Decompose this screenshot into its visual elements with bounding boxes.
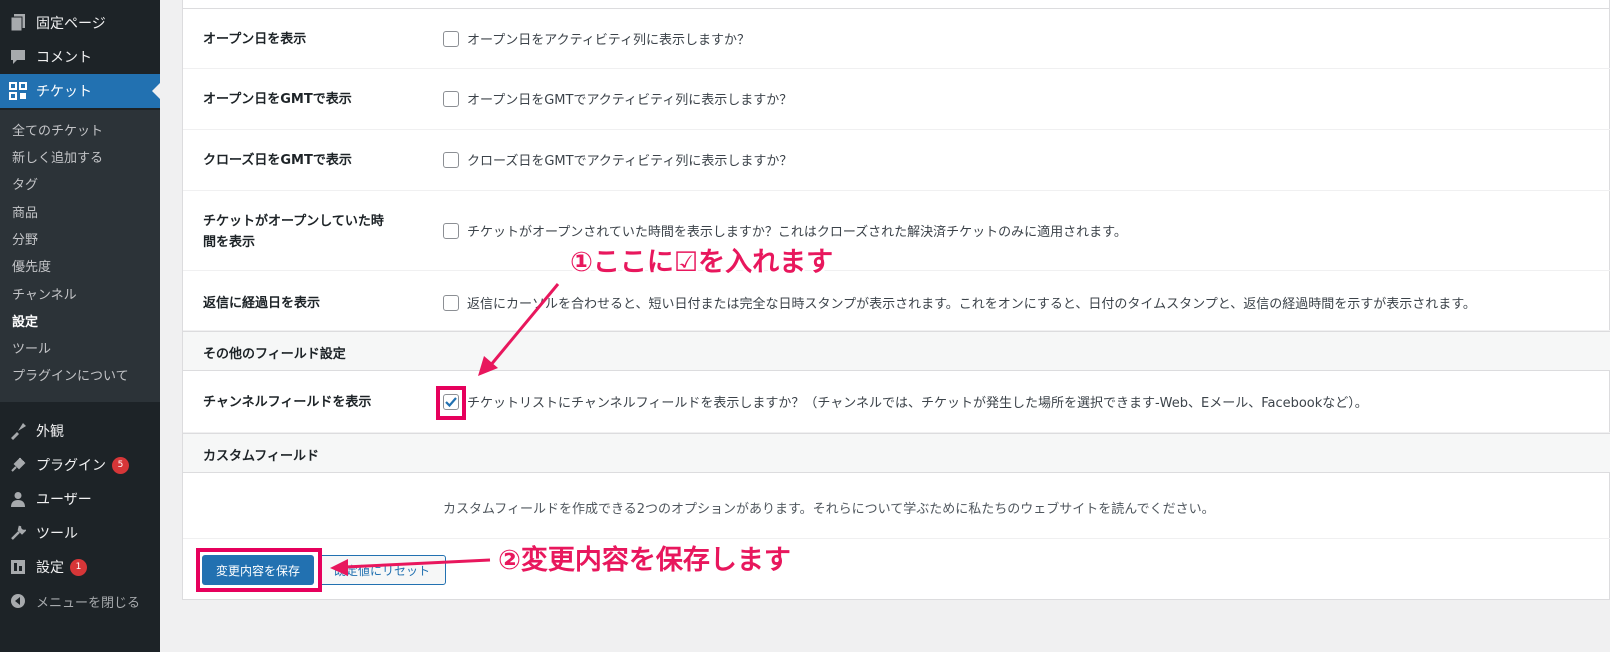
- arrow-to-save: [344, 558, 491, 569]
- arrow-head-save: [330, 559, 348, 576]
- annotation-step2: ②変更内容を保存します: [498, 545, 791, 576]
- arrow-to-checkbox: [488, 283, 560, 367]
- annotation-step1: ①ここに☑を入れます: [570, 247, 834, 278]
- annotation-arrows: [330, 283, 560, 576]
